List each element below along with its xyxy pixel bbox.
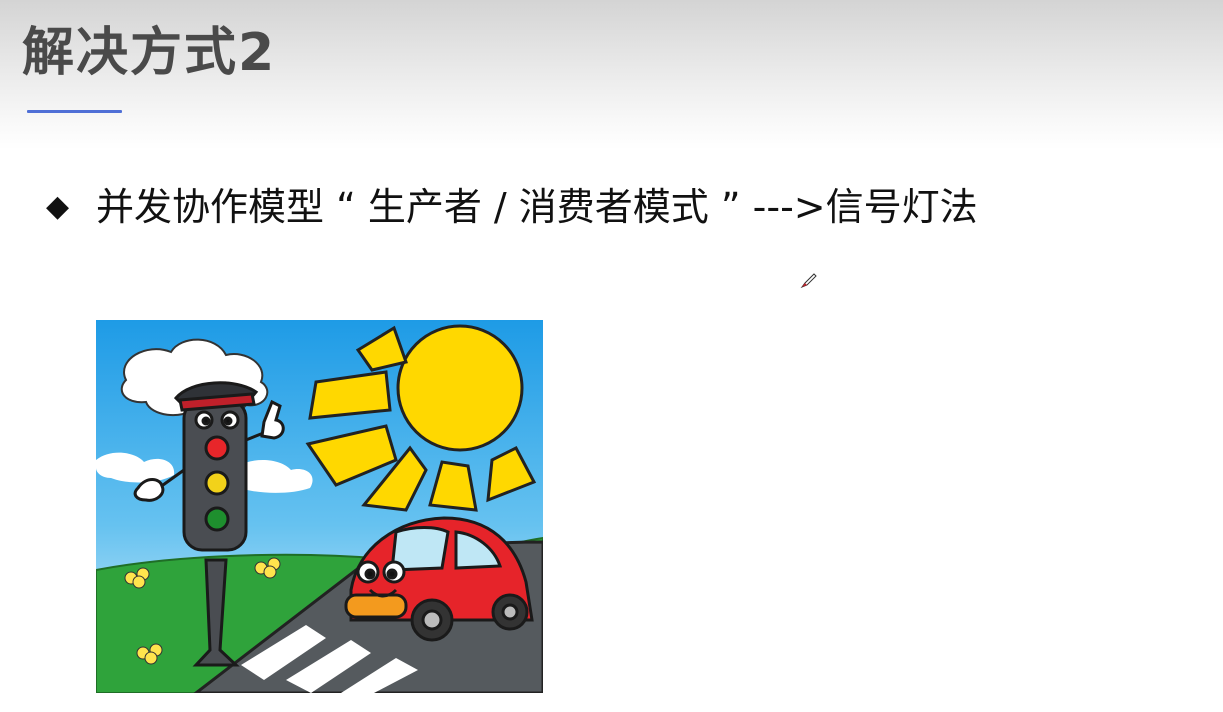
title-underline <box>27 110 122 113</box>
traffic-light-cartoon-image <box>96 320 543 693</box>
pen-cursor-icon <box>800 273 817 289</box>
page-title: 解决方式2 <box>22 23 277 83</box>
bullet-text: 并发协作模型 “ 生产者 / 消费者模式 ” --->信号灯法 <box>96 185 978 229</box>
bullet-point: ◆ 并发协作模型 “ 生产者 / 消费者模式 ” --->信号灯法 <box>46 181 978 233</box>
diamond-bullet-icon: ◆ <box>46 189 70 224</box>
